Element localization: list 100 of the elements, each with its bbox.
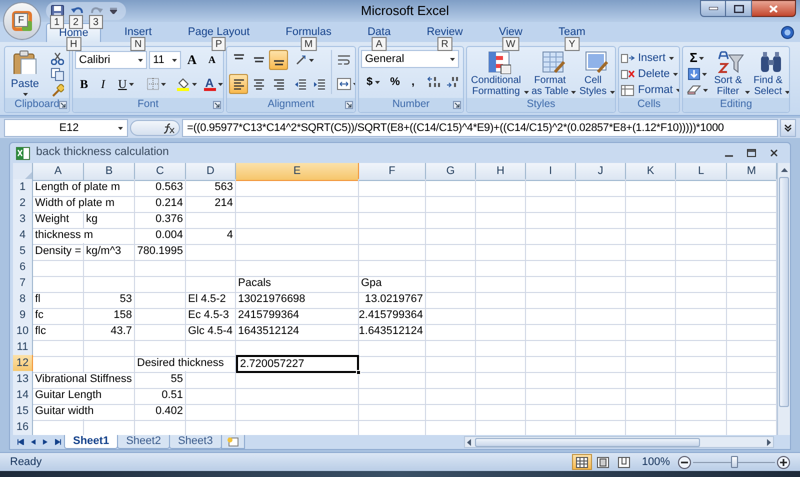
column-header[interactable]: K — [626, 163, 676, 180]
table-cell — [84, 339, 135, 356]
fill-handle[interactable] — [356, 370, 361, 374]
sheet-tab[interactable]: Sheet2 — [117, 435, 170, 449]
column-header[interactable]: D — [186, 163, 236, 180]
scroll-thumb[interactable] — [779, 177, 789, 407]
keytip-tooltip: N — [130, 37, 146, 51]
autosum-button[interactable]: Σ — [685, 50, 709, 66]
table-cell — [426, 323, 476, 340]
zoom-slider-track[interactable] — [693, 456, 775, 468]
format-as-table-button[interactable]: Format as Table — [530, 50, 576, 97]
column-header[interactable]: H — [476, 163, 526, 180]
caret-icon — [672, 72, 678, 76]
column-header[interactable]: G — [426, 163, 476, 180]
caret-icon — [138, 58, 143, 62]
align-left-button[interactable] — [229, 74, 248, 94]
fill-button[interactable] — [685, 66, 709, 82]
format-cells-button[interactable]: Format — [621, 82, 679, 98]
maximize-icon[interactable] — [747, 149, 756, 157]
sheet-tab[interactable]: Sheet1 — [64, 435, 118, 449]
table-cell: 13.0219767 — [359, 291, 426, 308]
scroll-thumb[interactable] — [475, 438, 700, 446]
column-header[interactable]: A — [33, 163, 84, 180]
sheet-nav-icon[interactable] — [54, 439, 61, 445]
zoom-in-icon[interactable] — [777, 456, 790, 468]
arrow-right-icon[interactable] — [767, 438, 771, 446]
table-cell — [135, 339, 186, 356]
sheet-tab[interactable]: Sheet3 — [168, 435, 222, 449]
table-cell — [526, 291, 576, 308]
column-header[interactable]: M — [727, 163, 777, 180]
insert-sheet-button[interactable] — [220, 435, 245, 449]
table-cell — [84, 355, 135, 372]
table-cell: Gpa — [359, 275, 426, 292]
comma-button[interactable]: , — [405, 72, 421, 92]
vertical-scrollbar[interactable] — [777, 163, 790, 435]
expand-formula-button[interactable] — [780, 119, 796, 137]
bottom-align-button[interactable] — [269, 50, 288, 70]
column-header[interactable]: C — [135, 163, 186, 180]
dialog-launcher-icon[interactable] — [345, 101, 353, 109]
grow-font-button[interactable]: A — [183, 50, 201, 70]
caret-icon — [160, 82, 166, 86]
table-cell — [476, 275, 526, 292]
dialog-launcher-icon[interactable] — [453, 101, 461, 109]
delete-cells-button[interactable]: Delete — [621, 66, 679, 82]
group-label: Cells — [637, 97, 661, 112]
shrink-font-button[interactable]: A — [203, 50, 221, 70]
insert-function-button[interactable] — [130, 120, 180, 136]
name-box[interactable]: E12 — [4, 119, 128, 137]
column-header[interactable]: E — [236, 163, 359, 180]
italic-button[interactable]: I — [94, 74, 112, 94]
close-button[interactable] — [752, 0, 796, 17]
table-cell — [576, 339, 626, 356]
table-cell — [186, 243, 236, 260]
insert-cells-button[interactable]: Insert — [621, 50, 679, 66]
conditional-formatting-button[interactable]: Conditional Formatting — [469, 50, 529, 97]
minimize-button[interactable] — [700, 0, 726, 17]
merge-icon — [336, 78, 350, 90]
close-icon[interactable] — [770, 149, 778, 157]
formula-field[interactable]: =((0.95977*C13*C14^2*SQRT(C5))/SQRT(E8+((C14/C15)^4*E9)+((C14/C15)^2*(0.02857*E8+(1.12*F10)))))*1000 — [182, 119, 778, 137]
table-cell — [186, 259, 236, 276]
bold-button[interactable]: B — [75, 74, 93, 94]
column-header[interactable]: I — [526, 163, 576, 180]
column-header[interactable]: J — [576, 163, 626, 180]
table-cell — [676, 179, 727, 196]
table-cell — [186, 387, 236, 404]
maximize-button[interactable] — [726, 0, 752, 17]
table-cell: 0.51 — [135, 387, 186, 404]
arrow-left-icon[interactable] — [467, 438, 471, 446]
number-format-field[interactable]: General — [361, 50, 459, 68]
underline-button[interactable]: U — [113, 74, 139, 94]
sheet-nav-icon[interactable] — [17, 439, 24, 445]
currency-button[interactable]: $ — [361, 72, 385, 92]
help-icon[interactable] — [781, 26, 794, 39]
font-name-field[interactable]: Calibri — [75, 51, 147, 69]
table-cell — [676, 211, 727, 228]
percent-button[interactable]: % — [386, 72, 404, 92]
find-select-button[interactable]: Find & Select — [752, 50, 789, 97]
clipboard-icon — [12, 50, 38, 74]
table-cell: Ec 4.5-3 — [186, 307, 236, 324]
column-header[interactable]: F — [359, 163, 426, 180]
group-label: Alignment — [268, 97, 314, 112]
font-size-field[interactable]: 11 — [149, 51, 181, 69]
zoom-slider-thumb[interactable] — [731, 456, 738, 468]
table-cell: 780.1995 — [135, 243, 186, 260]
dialog-launcher-icon[interactable] — [59, 101, 67, 109]
dialog-launcher-icon[interactable] — [213, 101, 221, 109]
customize-icon[interactable] — [110, 8, 117, 14]
table-cell — [676, 291, 727, 308]
column-header[interactable]: L — [676, 163, 727, 180]
normal-view-button[interactable] — [572, 454, 592, 470]
column-header[interactable]: B — [84, 163, 135, 180]
arrow-up-icon[interactable] — [780, 168, 788, 172]
increase-decimal-icon — [427, 76, 441, 88]
font-color-button[interactable]: A — [200, 74, 223, 94]
horizontal-scrollbar[interactable] — [464, 436, 774, 448]
cell-styles-button[interactable]: Cell Styles — [577, 50, 615, 97]
zoom-out-icon[interactable] — [678, 456, 691, 468]
sort-filter-button[interactable]: Sort & Filter — [712, 50, 750, 97]
paste-button[interactable]: Paste — [7, 50, 43, 96]
table-brush-icon — [541, 50, 565, 74]
